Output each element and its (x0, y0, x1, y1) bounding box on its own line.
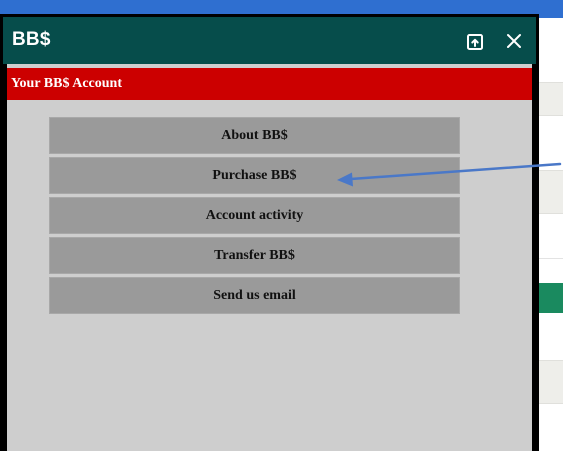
account-menu: About BB$ Purchase BB$ Account activity … (49, 117, 460, 317)
menu-item-account-activity[interactable]: Account activity (49, 197, 460, 234)
window-titlebar: BB$ (3, 17, 536, 64)
popout-icon[interactable] (466, 33, 484, 51)
menu-item-transfer[interactable]: Transfer BB$ (49, 237, 460, 274)
background-divider (537, 258, 563, 259)
close-icon[interactable] (505, 32, 523, 50)
background-green-bar (537, 283, 563, 313)
menu-item-send-email[interactable]: Send us email (49, 277, 460, 314)
window-title: BB$ (12, 29, 51, 50)
bb-popup-window: BB$ Your BB$ Account About BB$ Purchase … (0, 14, 539, 451)
background-row (537, 170, 563, 214)
background-row (537, 360, 563, 404)
menu-item-purchase[interactable]: Purchase BB$ (49, 157, 460, 194)
section-header: Your BB$ Account (7, 68, 532, 100)
background-row (537, 82, 563, 116)
window-content: Your BB$ Account About BB$ Purchase BB$ … (7, 64, 532, 451)
menu-item-about[interactable]: About BB$ (49, 117, 460, 154)
